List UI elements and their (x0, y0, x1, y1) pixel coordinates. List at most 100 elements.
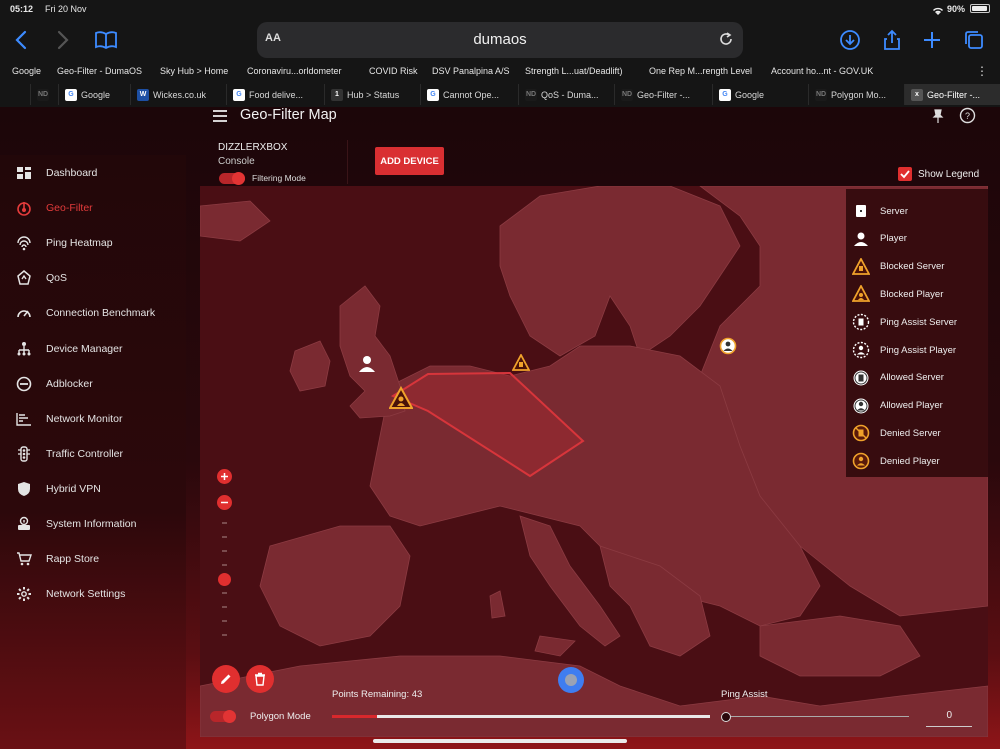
ping-assist-slider-thumb[interactable] (721, 712, 731, 722)
home-location-marker[interactable] (558, 667, 584, 693)
legend-item: Ping Assist Player (852, 340, 956, 360)
browser-tab[interactable]: ND (30, 84, 58, 105)
new-tab-icon[interactable] (920, 28, 944, 52)
tab-favicon-icon: ND (621, 88, 633, 101)
legend-item-label: Ping Assist Server (880, 316, 958, 328)
menu-icon[interactable] (212, 109, 228, 128)
back-icon[interactable] (10, 28, 34, 52)
wifi-icon (932, 3, 944, 21)
tabs-overview-icon[interactable] (962, 28, 986, 52)
bookmark-item[interactable]: Google (12, 66, 41, 76)
browser-tab[interactable]: W Wickes.co.uk (130, 84, 226, 105)
show-legend-checkbox[interactable] (898, 167, 912, 181)
pin-icon[interactable] (930, 108, 946, 129)
sidebar-item-traffic-controller[interactable]: Traffic Controller (0, 439, 186, 469)
delete-polygon-button[interactable] (246, 665, 274, 693)
sidebar-item-geo-filter[interactable]: Geo-Filter (0, 193, 186, 223)
denied-player-marker[interactable] (719, 337, 737, 360)
sidebar-item-device-manager[interactable]: Device Manager (0, 334, 186, 364)
browser-tab[interactable]: ND QoS - Duma... (518, 84, 614, 105)
polygon-mode-toggle[interactable] (210, 710, 236, 723)
sidebar-item-qos[interactable]: QoS (0, 263, 186, 293)
sidebar-item-label: Geo-Filter (46, 202, 93, 215)
ping-assist-slider[interactable] (726, 716, 909, 717)
zoom-out-button[interactable] (217, 495, 232, 510)
divider (347, 140, 348, 184)
edit-polygon-button[interactable] (212, 665, 240, 693)
share-icon[interactable] (880, 28, 904, 52)
denied-player-icon (852, 452, 870, 470)
ping-assist-input[interactable]: 0 (926, 708, 972, 727)
more-bookmarks-icon[interactable]: ⋮ (976, 64, 988, 78)
legend-item-label: Allowed Server (880, 372, 944, 384)
sidebar-item-network-settings[interactable]: Network Settings (0, 579, 186, 609)
sidebar-item-dashboard[interactable]: Dashboard (0, 158, 186, 188)
gear-icon (17, 587, 31, 602)
address-bar[interactable]: AA dumaos (257, 22, 743, 58)
ping-assist-value: 0 (946, 710, 952, 721)
sidebar-item-label: Ping Heatmap (46, 237, 113, 250)
reload-icon[interactable] (717, 30, 735, 48)
browser-tab[interactable]: G Google (58, 84, 130, 105)
tab-favicon-icon: 1 (331, 88, 343, 101)
browser-tab[interactable]: ND Polygon Mo... (808, 84, 904, 105)
player-marker[interactable] (357, 354, 377, 379)
browser-tab[interactable]: x Geo-Filter -... (904, 84, 1000, 105)
sidebar-item-adblocker[interactable]: Adblocker (0, 369, 186, 399)
add-device-button[interactable]: ADD DEVICE (375, 147, 444, 175)
ping-assist-player-icon (852, 341, 870, 359)
speedometer-icon (17, 310, 31, 318)
legend-item-label: Ping Assist Player (880, 344, 957, 356)
status-time: 05:12 (10, 4, 34, 14)
sidebar-item-hybrid-vpn[interactable]: Hybrid VPN (0, 474, 186, 504)
sidebar-item-connection-benchmark[interactable]: Connection Benchmark (0, 298, 186, 328)
bookmark-item[interactable]: Sky Hub > Home (160, 66, 228, 76)
bookmarks-book-icon[interactable] (94, 28, 118, 52)
legend-item: Denied Server (852, 423, 941, 443)
bookmark-item[interactable]: DSV Panalpina A/S (432, 66, 510, 76)
browser-tab[interactable]: G Cannot Ope... (420, 84, 518, 105)
home-indicator (373, 739, 627, 743)
bookmark-item[interactable]: Strength L...uat/Deadlift) (525, 66, 623, 76)
sidebar-item-system-information[interactable]: System Information (0, 509, 186, 539)
tab-label: Hub > Status (347, 89, 400, 100)
tab-label: Polygon Mo... (831, 89, 887, 100)
blocked-server-marker[interactable] (511, 353, 531, 377)
svg-text:?: ? (965, 111, 970, 121)
ping-heatmap-icon (17, 236, 31, 251)
browser-tab[interactable]: G Food delive... (226, 84, 324, 105)
browser-tab[interactable]: ND Geo-Filter -... (614, 84, 712, 105)
bookmark-item[interactable]: Geo-Filter - DumaOS (57, 66, 142, 76)
blocked-player-marker[interactable] (388, 385, 414, 415)
downloads-icon[interactable] (838, 28, 862, 52)
tab-label: Food delive... (249, 89, 304, 100)
sidebar-item-ping-heatmap[interactable]: Ping Heatmap (0, 228, 186, 258)
url-text: dumaos (473, 31, 527, 48)
bookmark-item[interactable]: One Rep M...rength Level (649, 66, 752, 76)
bookmark-item[interactable]: Coronaviru...orldometer (247, 66, 342, 76)
filtering-mode-label: Filtering Mode (252, 173, 306, 183)
bookmark-item[interactable]: COVID Risk (369, 66, 418, 76)
browser-tab[interactable]: G Google (712, 84, 808, 105)
qos-icon (17, 270, 31, 286)
sidebar-item-label: System Information (46, 518, 137, 530)
cart-icon (17, 552, 32, 566)
tab-favicon-icon: G (233, 88, 245, 101)
blocked-player-icon (852, 285, 870, 303)
tab-favicon-icon: G (65, 88, 77, 101)
help-icon[interactable]: ? (959, 107, 976, 129)
sidebar-item-label: Connection Benchmark (46, 307, 156, 320)
sidebar-item-rapp-store[interactable]: Rapp Store (0, 544, 186, 574)
browser-tab[interactable]: 1 Hub > Status (324, 84, 420, 105)
sidebar-item-network-monitor[interactable]: Network Monitor (0, 404, 186, 434)
zoom-in-button[interactable] (217, 469, 232, 484)
bookmark-item[interactable]: Account ho...nt - GOV.UK (771, 66, 873, 76)
battery-percent: 90% (947, 4, 966, 14)
forward-icon[interactable] (50, 28, 74, 52)
zoom-slider-thumb[interactable] (218, 573, 231, 586)
tab-favicon-icon: x (911, 88, 923, 101)
shield-icon (18, 481, 30, 496)
ping-assist-server-icon (852, 313, 870, 331)
filtering-mode-toggle[interactable] (219, 172, 245, 185)
system-info-icon (18, 516, 30, 530)
